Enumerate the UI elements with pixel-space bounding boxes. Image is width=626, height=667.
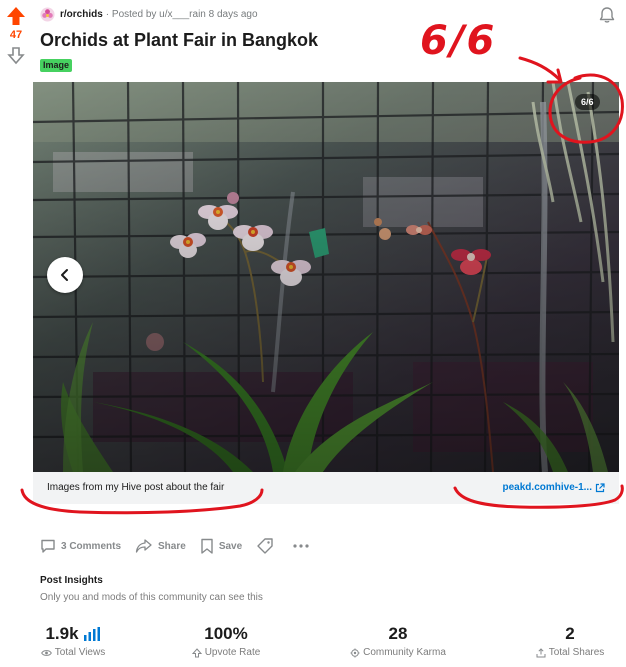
stat-total-shares: 2 Total Shares — [532, 624, 608, 658]
bar-chart-icon[interactable] — [83, 627, 101, 641]
post-byline: · Posted by u/x___rain 8 days ago — [105, 8, 258, 20]
post-flair[interactable]: Image — [40, 59, 73, 72]
annotation-text: 6/6 — [420, 18, 497, 64]
more-options-button[interactable] — [293, 543, 314, 549]
more-dots-icon — [293, 544, 309, 548]
stat-value: 1.9k — [45, 624, 79, 643]
insights-title: Post Insights — [40, 575, 103, 586]
upvote-arrow-icon[interactable] — [6, 6, 26, 26]
stat-value: 28 — [388, 624, 408, 643]
notification-bell-icon[interactable] — [597, 5, 617, 25]
gallery-caption-bar: Images from my Hive post about the fair … — [33, 472, 619, 504]
vote-column: 47 — [0, 0, 32, 80]
bookmark-icon — [201, 538, 213, 554]
share-button[interactable]: Share — [135, 538, 186, 554]
save-label[interactable]: Save — [219, 541, 242, 552]
stat-community-karma: 28 Community Karma — [345, 624, 451, 658]
eye-icon — [40, 649, 52, 656]
external-link-icon — [595, 482, 605, 492]
stat-total-views: 1.9k Total Views — [38, 624, 108, 658]
tag-button[interactable] — [256, 537, 279, 555]
insights-subtitle: Only you and mods of this community can … — [40, 592, 263, 603]
chevron-left-icon — [61, 269, 68, 281]
share-icon — [135, 539, 152, 553]
comment-icon — [41, 539, 55, 553]
gallery-prev-button[interactable] — [47, 257, 83, 293]
gallery-outbound-link[interactable]: peakd.comhive-1... — [503, 482, 605, 493]
gallery-caption: Images from my Hive post about the fair — [47, 482, 225, 493]
stat-upvote-rate: 100% Upvote Rate — [188, 624, 264, 658]
image-gallery[interactable]: 6/6 — [33, 82, 619, 472]
stat-value: 2 — [565, 624, 575, 643]
upvote-outline-icon — [191, 647, 202, 657]
orchid-photo — [33, 82, 619, 472]
stat-label: Community Karma — [363, 647, 446, 658]
subreddit-icon[interactable] — [40, 6, 55, 22]
downvote-arrow-icon[interactable] — [6, 45, 26, 65]
post-header: r/orchids · Posted by u/x___rain 8 days … — [40, 6, 258, 22]
subreddit-link[interactable]: r/orchids — [60, 9, 103, 20]
karma-gear-icon — [350, 648, 360, 657]
share-label[interactable]: Share — [158, 541, 186, 552]
stat-label: Total Shares — [548, 647, 605, 658]
gallery-counter: 6/6 — [575, 94, 600, 110]
vote-count: 47 — [9, 29, 23, 41]
tag-icon — [257, 538, 273, 554]
save-button[interactable]: Save — [200, 538, 242, 554]
comments-button[interactable]: 3 Comments — [40, 538, 121, 554]
comments-label[interactable]: 3 Comments — [61, 541, 121, 552]
stat-value: 100% — [204, 624, 248, 643]
post-title[interactable]: Orchids at Plant Fair in Bangkok — [40, 30, 318, 51]
stat-label: Total Views — [54, 647, 106, 658]
share-out-icon — [536, 647, 546, 657]
gallery-link-text[interactable]: peakd.comhive-1... — [503, 482, 592, 493]
post-actions: 3 Comments Share Save — [40, 535, 328, 557]
stat-label: Upvote Rate — [204, 647, 261, 658]
